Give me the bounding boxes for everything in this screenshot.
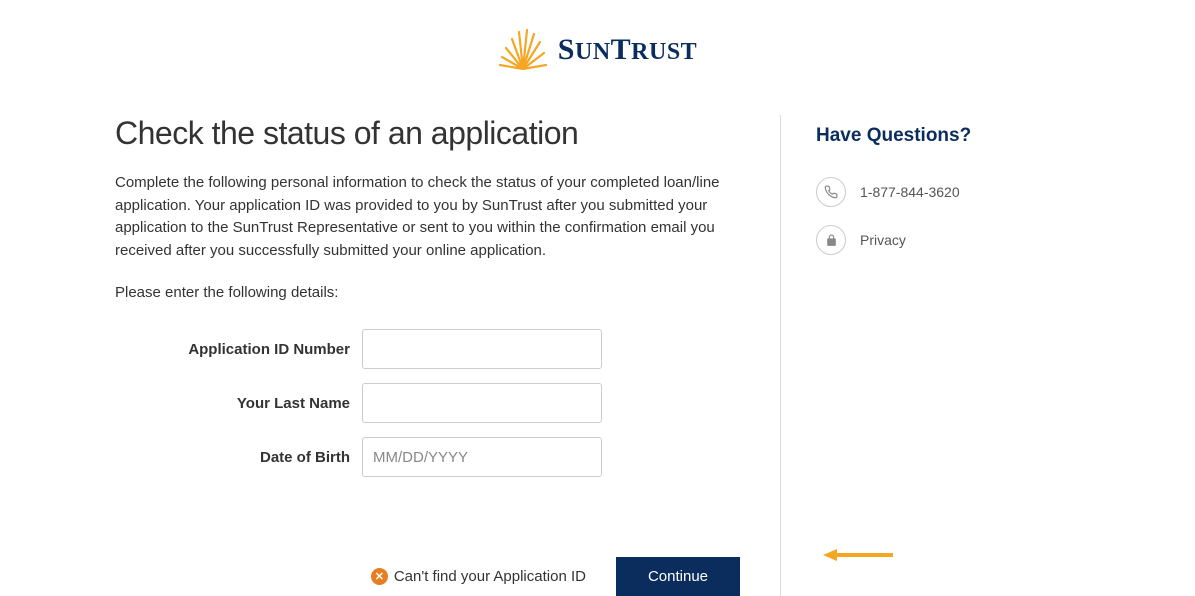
logo-text: SUNTRUST	[558, 33, 697, 67]
last-name-input[interactable]	[362, 383, 602, 423]
sidebar: Have Questions? 1-877-844-3620 Privacy	[780, 115, 1080, 596]
lock-icon	[816, 225, 846, 255]
cant-find-app-id-link[interactable]: ✕ Can't find your Application ID	[371, 568, 586, 585]
label-app-id: Application ID Number	[115, 341, 362, 358]
phone-number: 1-877-844-3620	[860, 184, 960, 200]
actions-row: ✕ Can't find your Application ID Continu…	[115, 557, 740, 596]
phone-icon	[816, 177, 846, 207]
arrow-annotation-icon	[823, 547, 901, 563]
continue-button[interactable]: Continue	[616, 557, 740, 596]
sunburst-icon	[498, 25, 548, 75]
content-container: Check the status of an application Compl…	[0, 95, 1195, 596]
header: SUNTRUST	[0, 0, 1195, 95]
page-description: Complete the following personal informat…	[115, 172, 740, 262]
date-of-birth-input[interactable]	[362, 437, 602, 477]
form-row-last-name: Your Last Name	[115, 383, 740, 423]
label-dob: Date of Birth	[115, 449, 362, 466]
main-column: Check the status of an application Compl…	[115, 115, 780, 596]
form-prompt: Please enter the following details:	[115, 284, 740, 301]
close-circle-icon: ✕	[371, 568, 388, 585]
label-last-name: Your Last Name	[115, 395, 362, 412]
form-row-dob: Date of Birth	[115, 437, 740, 477]
help-link-text: Can't find your Application ID	[394, 568, 586, 585]
privacy-link-text: Privacy	[860, 232, 906, 248]
sidebar-heading: Have Questions?	[816, 125, 1080, 147]
page-title: Check the status of an application	[115, 115, 740, 152]
sidebar-phone[interactable]: 1-877-844-3620	[816, 177, 1080, 207]
application-id-input[interactable]	[362, 329, 602, 369]
form-row-app-id: Application ID Number	[115, 329, 740, 369]
sidebar-privacy[interactable]: Privacy	[816, 225, 1080, 255]
suntrust-logo: SUNTRUST	[498, 25, 697, 75]
